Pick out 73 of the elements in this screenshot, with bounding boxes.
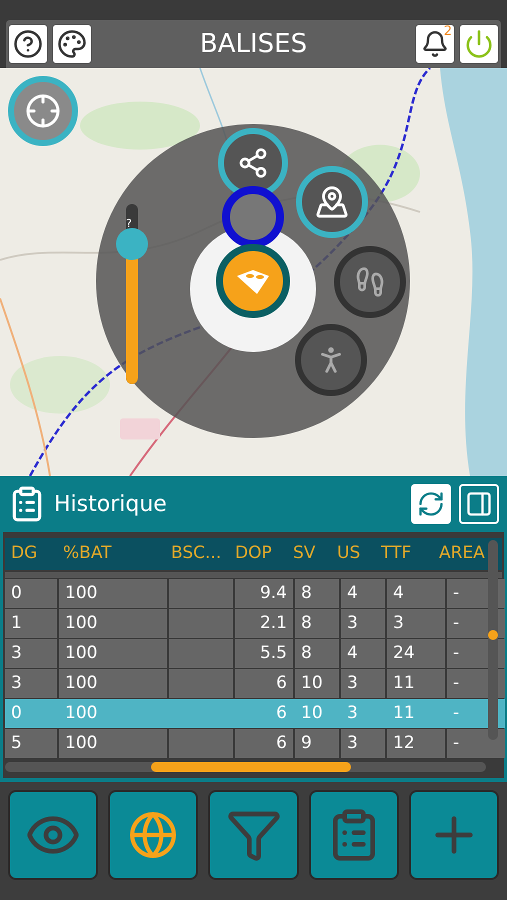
theme-button[interactable] [52,24,92,64]
columns-icon [465,490,493,518]
table-cell: 8 [295,639,339,668]
column-header: BSC... [170,542,222,566]
table-row[interactable]: 3 100 5.5 8 4 24 - [5,639,502,668]
table-cell: 3 [5,639,57,668]
table-cell: 3 [341,669,385,698]
power-icon [464,29,494,59]
notification-count: 2 [444,25,452,38]
table-cell: 0 [5,579,57,608]
table-cell: 100 [59,639,167,668]
table-cell: 5 [5,729,57,758]
table-cell: 6 [235,729,293,758]
add-history-button[interactable] [308,790,399,880]
scrollbar-thumb[interactable] [151,762,351,772]
globe-icon [128,810,178,860]
table-cell: - [447,729,505,758]
table-cell: 8 [295,609,339,638]
slider-label: ? [126,218,132,229]
table-cell: 11 [387,669,445,698]
power-button[interactable] [459,24,499,64]
table-cell: 3 [341,609,385,638]
column-header: SV [292,542,316,566]
panel-title: Historique [54,490,168,518]
column-header: US [336,542,362,566]
table-row[interactable]: 3 100 6 10 3 11 - [5,669,502,698]
column-header: DOP [234,542,273,566]
table-cell: 24 [387,639,445,668]
table-cell: 4 [341,579,385,608]
table-cell: 100 [59,609,167,638]
refresh-icon [417,490,445,518]
table-cell: 1 [5,609,57,638]
range-slider[interactable]: ? [118,204,146,384]
palette-icon [57,29,87,59]
table-cell: 10 [295,669,339,698]
table-cell: 12 [387,729,445,758]
table-cell: 3 [341,729,385,758]
table-cell: 100 [59,729,167,758]
table-cell: 4 [387,579,445,608]
horizontal-scrollbar[interactable] [5,762,486,772]
layers-button[interactable] [108,790,198,880]
add-beacon-button[interactable] [408,790,500,880]
crosshair-icon [25,93,61,129]
map-pin-icon [315,185,349,219]
table-cell: 3 [5,669,57,698]
share-icon [237,147,269,179]
table-row[interactable]: 1 100 2.1 8 3 3 - [5,609,502,638]
table-cell: 6 [235,669,293,698]
column-header: AREA [438,542,486,566]
table-cell: 8 [295,579,339,608]
table-cell: 100 [59,579,167,608]
vertical-scrollbar[interactable] [488,540,498,740]
help-button[interactable] [8,24,48,64]
column-header: %BAT [62,542,113,566]
column-header: TTF [380,542,412,566]
table-cell: 5.5 [235,639,293,668]
window-title: BALISES [198,28,308,60]
table-cell: 4 [341,639,385,668]
table-cell: 100 [59,669,167,698]
scrollbar-thumb[interactable] [488,630,498,640]
footprints-icon [354,266,386,298]
view-button[interactable] [8,790,98,880]
columns-button[interactable] [459,484,499,524]
refresh-button[interactable] [411,484,451,524]
table-cell: 9.4 [235,579,293,608]
filter-button[interactable] [208,790,299,880]
table-cell: 3 [387,609,445,638]
column-header: DG [10,542,38,566]
table-cell: 9 [295,729,339,758]
table-row[interactable]: 0 100 9.4 8 4 4 - [5,579,502,608]
table-cell: 2.1 [235,609,293,638]
table-row[interactable]: 5 100 6 9 3 12 - [5,729,502,758]
help-icon [13,29,43,59]
